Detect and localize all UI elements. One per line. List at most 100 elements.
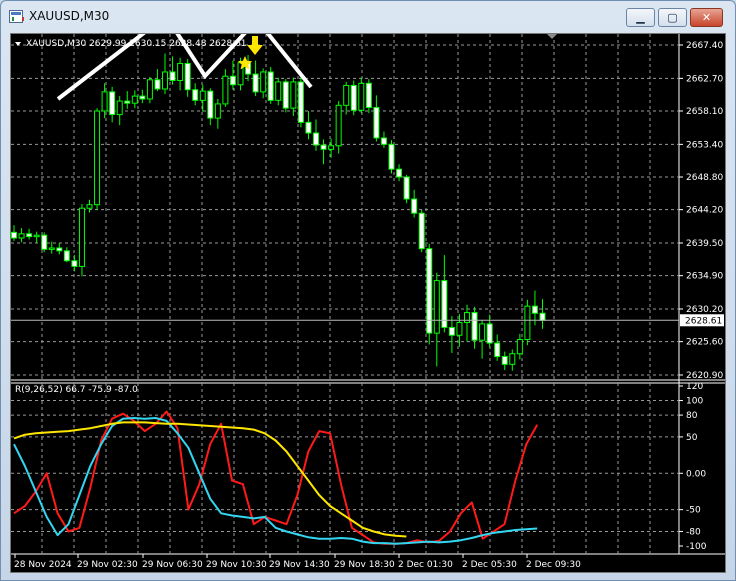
price-tick-label: 2625.60 <box>686 338 723 348</box>
candle-body[interactable] <box>471 312 478 341</box>
candle-body[interactable] <box>501 356 508 365</box>
maximize-button[interactable]: ▢ <box>658 8 687 27</box>
candle-body[interactable] <box>524 305 531 341</box>
candle-body[interactable] <box>343 84 350 106</box>
candle-body[interactable] <box>297 81 304 123</box>
candle-body[interactable] <box>350 84 357 111</box>
candle-body[interactable] <box>41 234 48 250</box>
candle-body[interactable] <box>494 342 501 358</box>
time-tick-label: 29 Nov 06:30 <box>142 560 203 570</box>
indicator-label: R(9,26,52) 66.7 -75.9 -87.0 <box>15 385 138 395</box>
price-tick-label: 2620.90 <box>686 371 723 381</box>
candle-body[interactable] <box>162 71 168 90</box>
price-tick-label: 2662.70 <box>686 74 723 84</box>
candle-body[interactable] <box>396 168 403 178</box>
indicator-line-r52[interactable] <box>13 421 407 538</box>
candle-body[interactable] <box>33 234 40 238</box>
chart-window: XAUUSD,M30 ▁ ▢ ✕ 2667.40 2662.70 2658.10 26… <box>0 0 736 581</box>
candle-body[interactable] <box>184 62 191 91</box>
candle-body[interactable] <box>260 71 267 93</box>
candle-body[interactable] <box>365 82 372 108</box>
chart-svg[interactable]: 2667.40 2662.70 2658.10 2653.40 2648.80 2644.… <box>11 34 725 572</box>
time-tick-label: 2 Dec 05:30 <box>462 560 517 570</box>
candle-body[interactable] <box>275 81 282 101</box>
candle-body[interactable] <box>509 353 516 365</box>
candle-body[interactable] <box>94 110 101 206</box>
candle-body[interactable] <box>320 144 327 150</box>
candle-body[interactable] <box>229 75 236 86</box>
candle-body[interactable] <box>464 312 470 323</box>
candle-body[interactable] <box>358 82 365 111</box>
candle-body[interactable] <box>403 176 410 200</box>
candle-body[interactable] <box>486 323 493 344</box>
candle-body[interactable] <box>18 233 25 239</box>
price-tick-label: 2644.20 <box>686 206 723 216</box>
symbol-dropdown-icon[interactable] <box>15 42 21 46</box>
candle-body[interactable] <box>282 81 289 109</box>
title-bar[interactable]: XAUUSD,M30 ▁ ▢ ✕ <box>1 1 735 33</box>
candle-body[interactable] <box>373 106 380 139</box>
price-tick-label: 2630.20 <box>686 305 723 315</box>
candle-body[interactable] <box>146 79 153 100</box>
price-tick-label: 2667.40 <box>686 41 723 51</box>
candle-body[interactable] <box>63 250 70 262</box>
candle-body[interactable] <box>86 204 93 209</box>
candle-body[interactable] <box>169 71 176 81</box>
candle-body[interactable] <box>139 95 146 100</box>
candle-body[interactable] <box>222 75 229 105</box>
candle-body[interactable] <box>531 305 538 314</box>
candle-body[interactable] <box>290 81 297 109</box>
indicator-tick-label: -100 <box>686 542 707 552</box>
candle-body[interactable] <box>313 132 319 146</box>
candle-body[interactable] <box>48 247 55 250</box>
candle-body[interactable] <box>192 89 199 101</box>
candle-body[interactable] <box>539 312 546 321</box>
chart-window-icon <box>9 10 24 23</box>
down-arrow-icon[interactable] <box>247 36 263 55</box>
time-tick-label: 29 Nov 14:30 <box>269 560 330 570</box>
candle-body[interactable] <box>116 100 123 116</box>
candle-body[interactable] <box>335 104 342 147</box>
candle-body[interactable] <box>78 207 85 267</box>
time-tick-label: 2 Dec 01:30 <box>398 560 453 570</box>
time-tick-label: 29 Nov 10:30 <box>206 560 267 570</box>
candle-body[interactable] <box>516 339 523 355</box>
minimize-button[interactable]: ▁ <box>626 8 655 27</box>
candle-body[interactable] <box>448 326 455 336</box>
candle-body[interactable] <box>479 323 486 341</box>
candle-body[interactable] <box>411 198 418 214</box>
close-button[interactable]: ✕ <box>690 8 723 27</box>
candle-body[interactable] <box>433 280 440 334</box>
time-tick-label: 29 Nov 02:30 <box>77 560 138 570</box>
candle-body[interactable] <box>388 143 395 170</box>
candle-body[interactable] <box>214 103 221 119</box>
indicator-tick-label: -50 <box>686 506 701 516</box>
candle-body[interactable] <box>267 71 274 101</box>
candle-body[interactable] <box>26 233 33 238</box>
candle-body[interactable] <box>131 95 138 104</box>
candle-body[interactable] <box>154 79 161 90</box>
candle-body[interactable] <box>11 231 17 239</box>
candle-body[interactable] <box>124 100 131 104</box>
time-tick-label: 29 Nov 18:30 <box>334 560 395 570</box>
candle-body[interactable] <box>199 90 206 101</box>
candle-body[interactable] <box>252 73 259 93</box>
indicator-line-r9[interactable] <box>13 410 539 545</box>
indicator-tick-label: 120 <box>686 382 703 392</box>
indicator-tick-label: 80 <box>686 411 698 421</box>
candle-body[interactable] <box>456 321 463 336</box>
candle-body[interactable] <box>56 247 63 252</box>
candle-body[interactable] <box>305 121 312 134</box>
candle-body[interactable] <box>177 62 184 81</box>
price-tick-label: 2648.80 <box>686 173 723 183</box>
time-tick-label: 28 Nov 2024 <box>14 560 72 570</box>
candle-body[interactable] <box>109 91 116 116</box>
candle-body[interactable] <box>328 145 335 150</box>
candle-body[interactable] <box>380 137 387 145</box>
candle-body[interactable] <box>207 90 214 119</box>
chart-canvas[interactable]: 2667.40 2662.70 2658.10 2653.40 2648.80 2644.… <box>10 33 726 573</box>
candle-body[interactable] <box>101 91 108 112</box>
candle-body[interactable] <box>71 260 78 267</box>
chart-shift-marker[interactable] <box>547 34 557 39</box>
candle-body[interactable] <box>418 212 425 250</box>
